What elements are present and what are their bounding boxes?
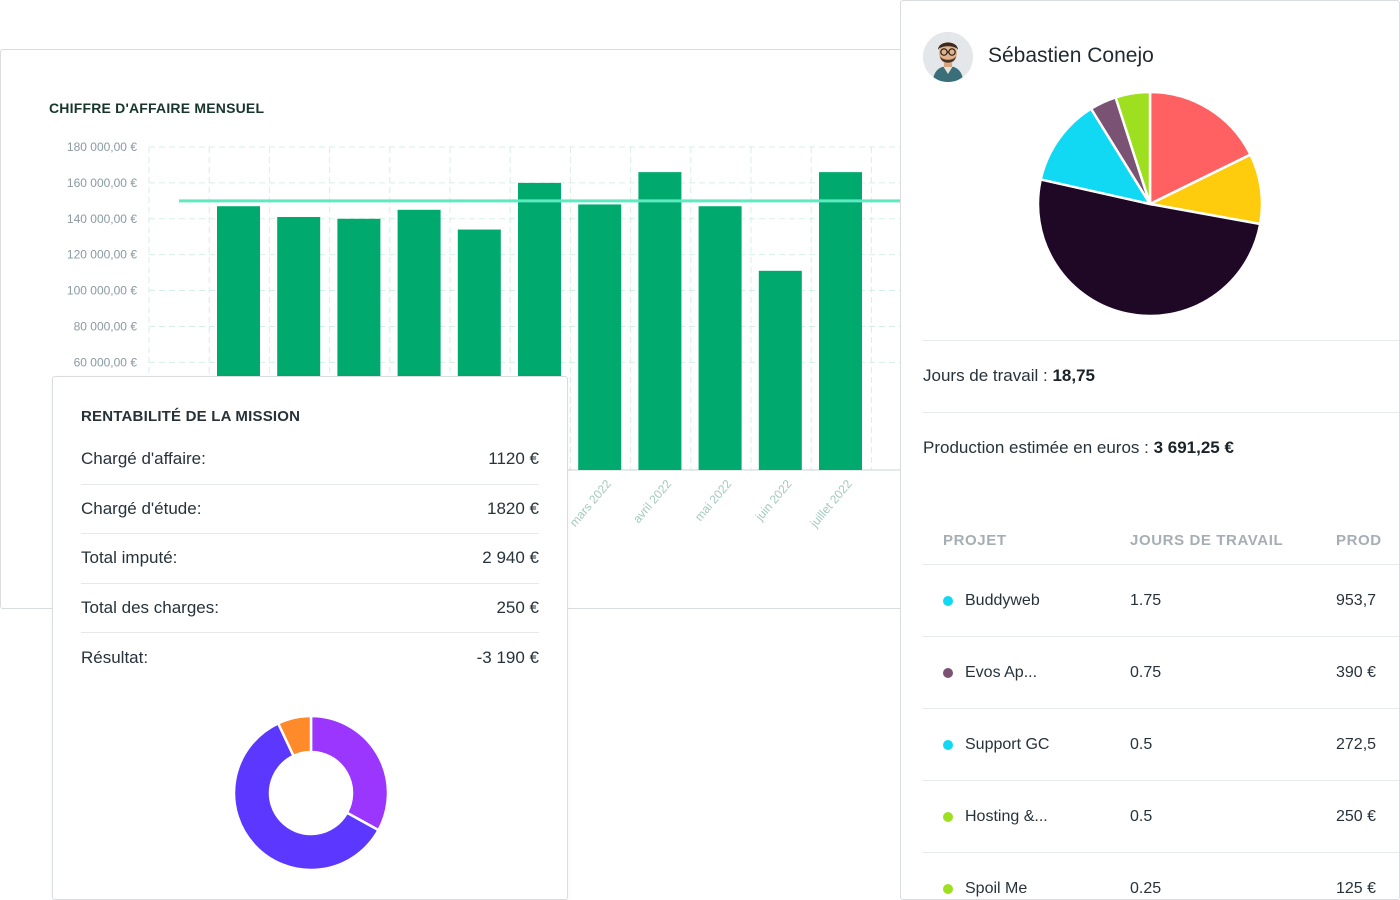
project-name: Support GC bbox=[965, 736, 1050, 753]
project-production: 953,7 bbox=[1336, 592, 1377, 609]
y-tick-label: 180 000,00 € bbox=[67, 140, 137, 154]
mission-row-study-manager: Chargé d'étude: 1820 € bbox=[81, 485, 539, 534]
production-stat: Production estimée en euros : 3 691,25 € bbox=[923, 438, 1234, 458]
project-color-dot bbox=[943, 740, 953, 750]
project-name: Hosting &... bbox=[965, 808, 1048, 825]
mission-row-value: 1120 € bbox=[488, 449, 539, 469]
table-row[interactable]: Hosting &... 0.5 250 € bbox=[923, 781, 1399, 853]
production-label: Production estimée en euros : bbox=[923, 438, 1154, 457]
mission-row-total-charged: Total imputé: 2 940 € bbox=[81, 534, 539, 584]
project-production: 125 € bbox=[1336, 880, 1377, 897]
project-name: Buddyweb bbox=[965, 592, 1040, 609]
y-tick-label: 80 000,00 € bbox=[74, 319, 138, 333]
mission-row-value: 1820 € bbox=[487, 498, 539, 518]
table-row[interactable]: Support GC 0.5 272,5 bbox=[923, 709, 1399, 781]
revenue-chart-title: CHIFFRE D'AFFAIRE MENSUEL bbox=[49, 100, 265, 116]
consultant-name: Sébastien Conejo bbox=[988, 44, 1154, 67]
project-name: Evos Ap... bbox=[965, 664, 1038, 681]
mission-row-value: 250 € bbox=[496, 597, 539, 617]
mission-row-label: Total imputé: bbox=[81, 548, 178, 568]
project-color-dot bbox=[943, 596, 953, 606]
mission-row-result: Résultat: -3 190 € bbox=[81, 633, 539, 683]
project-days: 0.5 bbox=[1130, 736, 1153, 753]
x-tick-label: mai 2022 bbox=[692, 477, 735, 524]
x-tick-label: juillet 2022 bbox=[807, 477, 855, 531]
bar bbox=[638, 172, 682, 470]
y-tick-label: 160 000,00 € bbox=[67, 176, 137, 190]
column-header-work-days[interactable]: JOURS DE TRAVAIL bbox=[1130, 532, 1283, 549]
project-days: 1.75 bbox=[1130, 592, 1162, 609]
x-tick-label: mars 2022 bbox=[567, 477, 614, 530]
mission-row-label: Chargé d'étude: bbox=[81, 498, 202, 518]
divider bbox=[923, 412, 1399, 413]
mission-row-label: Total des charges: bbox=[81, 597, 219, 617]
consultant-card: Sébastien Conejo Jours de travail : 18,7… bbox=[900, 0, 1400, 900]
mission-row-label: Résultat: bbox=[81, 647, 149, 667]
mission-card-title: RENTABILITÉ DE LA MISSION bbox=[81, 408, 301, 425]
table-row[interactable]: Evos Ap... 0.75 390 € bbox=[923, 637, 1399, 709]
project-color-dot bbox=[943, 884, 953, 894]
project-production: 390 € bbox=[1336, 664, 1377, 681]
project-days: 0.75 bbox=[1130, 664, 1162, 681]
bar bbox=[698, 206, 742, 470]
mission-row-value: -3 190 € bbox=[476, 647, 539, 667]
work-days-value: 18,75 bbox=[1052, 366, 1095, 385]
mission-summary-list: Chargé d'affaire: 1120 € Chargé d'étude:… bbox=[81, 435, 539, 683]
project-production: 250 € bbox=[1336, 808, 1377, 825]
x-tick-label: avril 2022 bbox=[630, 477, 674, 526]
project-name: Spoil Me bbox=[965, 880, 1028, 897]
bar bbox=[819, 172, 862, 470]
work-days-stat: Jours de travail : 18,75 bbox=[923, 366, 1095, 386]
mission-row-total-costs: Total des charges: 250 € bbox=[81, 584, 539, 633]
project-color-dot bbox=[943, 812, 953, 822]
mission-row-business-manager: Chargé d'affaire: 1120 € bbox=[81, 435, 539, 485]
project-table-header: PROJET JOURS DE TRAVAIL PROD bbox=[923, 531, 1399, 565]
column-header-production[interactable]: PROD bbox=[1336, 532, 1382, 549]
bar bbox=[758, 270, 802, 470]
work-days-label: Jours de travail : bbox=[923, 366, 1053, 385]
y-tick-label: 120 000,00 € bbox=[67, 248, 137, 262]
y-tick-label: 100 000,00 € bbox=[67, 284, 137, 298]
project-days: 0.5 bbox=[1130, 808, 1153, 825]
project-color-dot bbox=[943, 668, 953, 678]
project-distribution-pie bbox=[1037, 91, 1263, 317]
y-tick-label: 60 000,00 € bbox=[74, 355, 138, 369]
column-header-project[interactable]: PROJET bbox=[943, 532, 1007, 549]
table-row[interactable]: Spoil Me 0.25 125 € bbox=[923, 853, 1399, 899]
mission-row-label: Chargé d'affaire: bbox=[81, 449, 206, 469]
bar bbox=[578, 204, 622, 470]
avatar-illustration-icon bbox=[923, 32, 973, 82]
project-days: 0.25 bbox=[1130, 880, 1162, 897]
avatar[interactable] bbox=[923, 32, 973, 82]
x-tick-label: juin 2022 bbox=[752, 477, 795, 524]
project-production: 272,5 bbox=[1336, 736, 1377, 753]
y-tick-label: 140 000,00 € bbox=[67, 212, 137, 226]
mission-donut-chart bbox=[232, 714, 390, 872]
divider bbox=[923, 340, 1399, 341]
production-value: 3 691,25 € bbox=[1153, 438, 1234, 457]
mission-row-value: 2 940 € bbox=[482, 548, 539, 568]
mission-profitability-card: RENTABILITÉ DE LA MISSION Chargé d'affai… bbox=[52, 376, 568, 900]
table-row[interactable]: Buddyweb 1.75 953,7 bbox=[923, 565, 1399, 637]
